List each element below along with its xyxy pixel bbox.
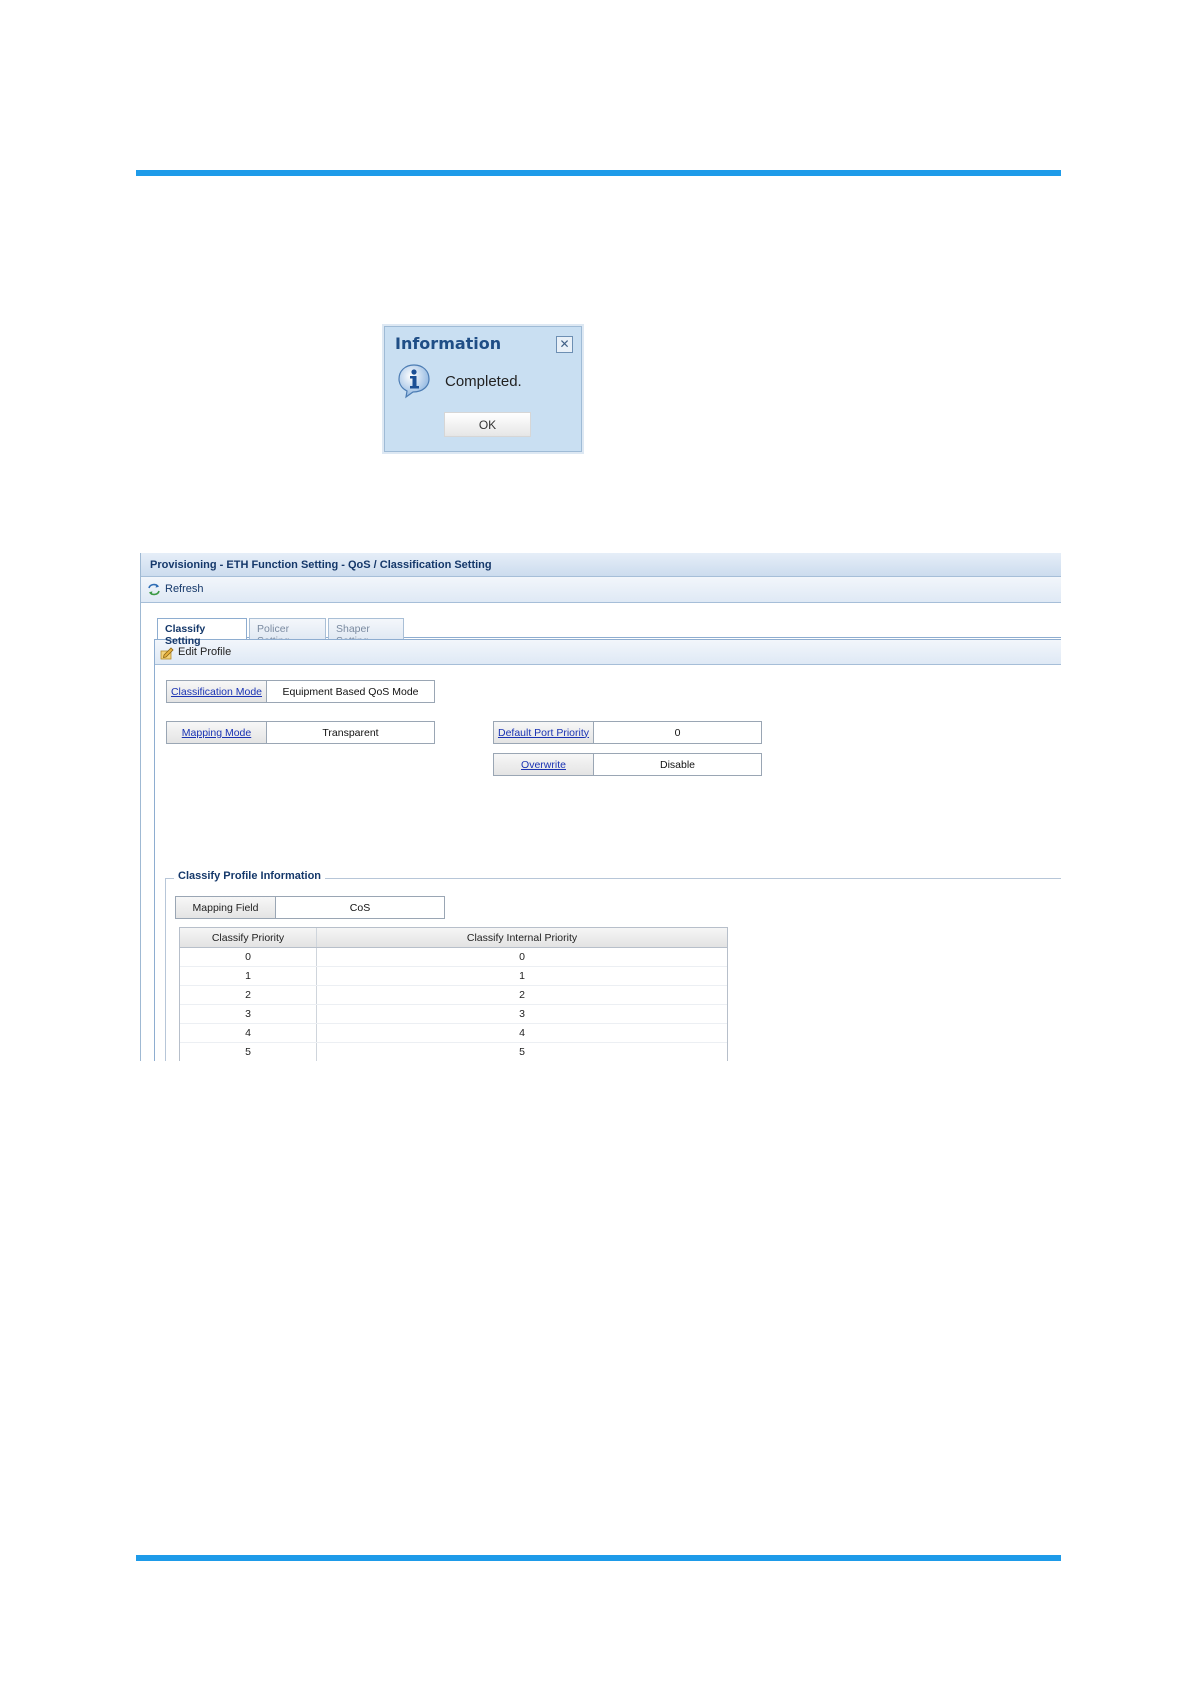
ok-button[interactable]: OK xyxy=(444,412,531,437)
classification-mode-field: Classification Mode Equipment Based QoS … xyxy=(166,680,435,703)
classify-internal-priority-cell: 2 xyxy=(519,989,525,1001)
overwrite-value: Disable xyxy=(659,758,696,771)
tab-shaper-setting[interactable]: Shaper Setting xyxy=(328,618,404,647)
information-dialog: Information ✕ Completed. OK xyxy=(384,326,582,452)
classify-priority-cell: 1 xyxy=(180,967,317,985)
table-row[interactable]: 11 xyxy=(180,967,727,986)
info-icon xyxy=(398,364,430,399)
edit-profile-label: Edit Profile xyxy=(178,646,232,658)
close-icon[interactable]: ✕ xyxy=(556,336,573,353)
tab-classify-setting[interactable]: Classify Setting xyxy=(157,618,247,647)
edit-profile-button[interactable]: Edit Profile xyxy=(155,640,1061,665)
classify-setting-panel: Edit Profile Classification Mode Equipme… xyxy=(154,639,1061,1061)
classification-mode-link[interactable]: Classification Mode xyxy=(167,681,267,702)
classify-internal-priority-cell: 4 xyxy=(519,1027,525,1039)
page-footer-rule xyxy=(136,1555,1061,1561)
classify-profile-legend: Classify Profile Information xyxy=(174,870,326,882)
classify-priority-cell: 0 xyxy=(180,948,317,966)
page-header-rule xyxy=(136,170,1061,176)
settings-tabs: Classify Setting Policer Setting Shaper … xyxy=(157,618,1061,647)
column-header-classify-internal-priority[interactable]: Classify Internal Priority xyxy=(317,928,727,947)
mapping-field-value: CoS xyxy=(349,901,371,914)
table-row[interactable]: 22 xyxy=(180,986,727,1005)
classify-internal-priority-cell: 0 xyxy=(519,951,525,963)
classify-priority-cell: 2 xyxy=(180,986,317,1004)
table-row[interactable]: 44 xyxy=(180,1024,727,1043)
refresh-icon xyxy=(148,583,160,596)
default-port-priority-field: Default Port Priority 0 xyxy=(493,721,762,744)
classification-mode-value: Equipment Based QoS Mode xyxy=(282,685,419,698)
classify-internal-priority-cell: 3 xyxy=(519,1008,525,1020)
window-title: Provisioning - ETH Function Setting - Qo… xyxy=(141,553,1061,577)
classify-internal-priority-cell: 1 xyxy=(519,970,525,982)
overwrite-field: Overwrite Disable xyxy=(493,753,762,776)
mapping-mode-link[interactable]: Mapping Mode xyxy=(167,722,267,743)
overwrite-link[interactable]: Overwrite xyxy=(494,754,594,775)
qos-classification-window: Provisioning - ETH Function Setting - Qo… xyxy=(140,553,1061,1061)
edit-profile-icon xyxy=(160,647,174,660)
dialog-title: Information xyxy=(395,334,502,353)
refresh-button[interactable]: Refresh xyxy=(141,577,1061,603)
classify-internal-priority-cell: 5 xyxy=(519,1046,525,1058)
mapping-field-field: Mapping Field CoS xyxy=(175,896,445,919)
classify-priority-cell: 4 xyxy=(180,1024,317,1042)
mapping-mode-value: Transparent xyxy=(322,726,379,739)
table-row[interactable]: 55 xyxy=(180,1043,727,1061)
classify-priority-table: Classify Priority Classify Internal Prio… xyxy=(179,927,728,1061)
default-port-priority-link[interactable]: Default Port Priority xyxy=(494,722,594,743)
column-header-classify-priority[interactable]: Classify Priority xyxy=(180,928,317,947)
tab-policer-setting[interactable]: Policer Setting xyxy=(249,618,326,647)
refresh-label: Refresh xyxy=(165,583,204,595)
mapping-field-label: Mapping Field xyxy=(176,897,276,918)
default-port-priority-value: 0 xyxy=(674,726,681,739)
mapping-mode-field: Mapping Mode Transparent xyxy=(166,721,435,744)
table-row[interactable]: 33 xyxy=(180,1005,727,1024)
dialog-message: Completed. xyxy=(445,373,522,390)
classify-priority-cell: 3 xyxy=(180,1005,317,1023)
table-header: Classify Priority Classify Internal Prio… xyxy=(180,928,727,948)
classify-priority-cell: 5 xyxy=(180,1043,317,1061)
table-row[interactable]: 00 xyxy=(180,948,727,967)
